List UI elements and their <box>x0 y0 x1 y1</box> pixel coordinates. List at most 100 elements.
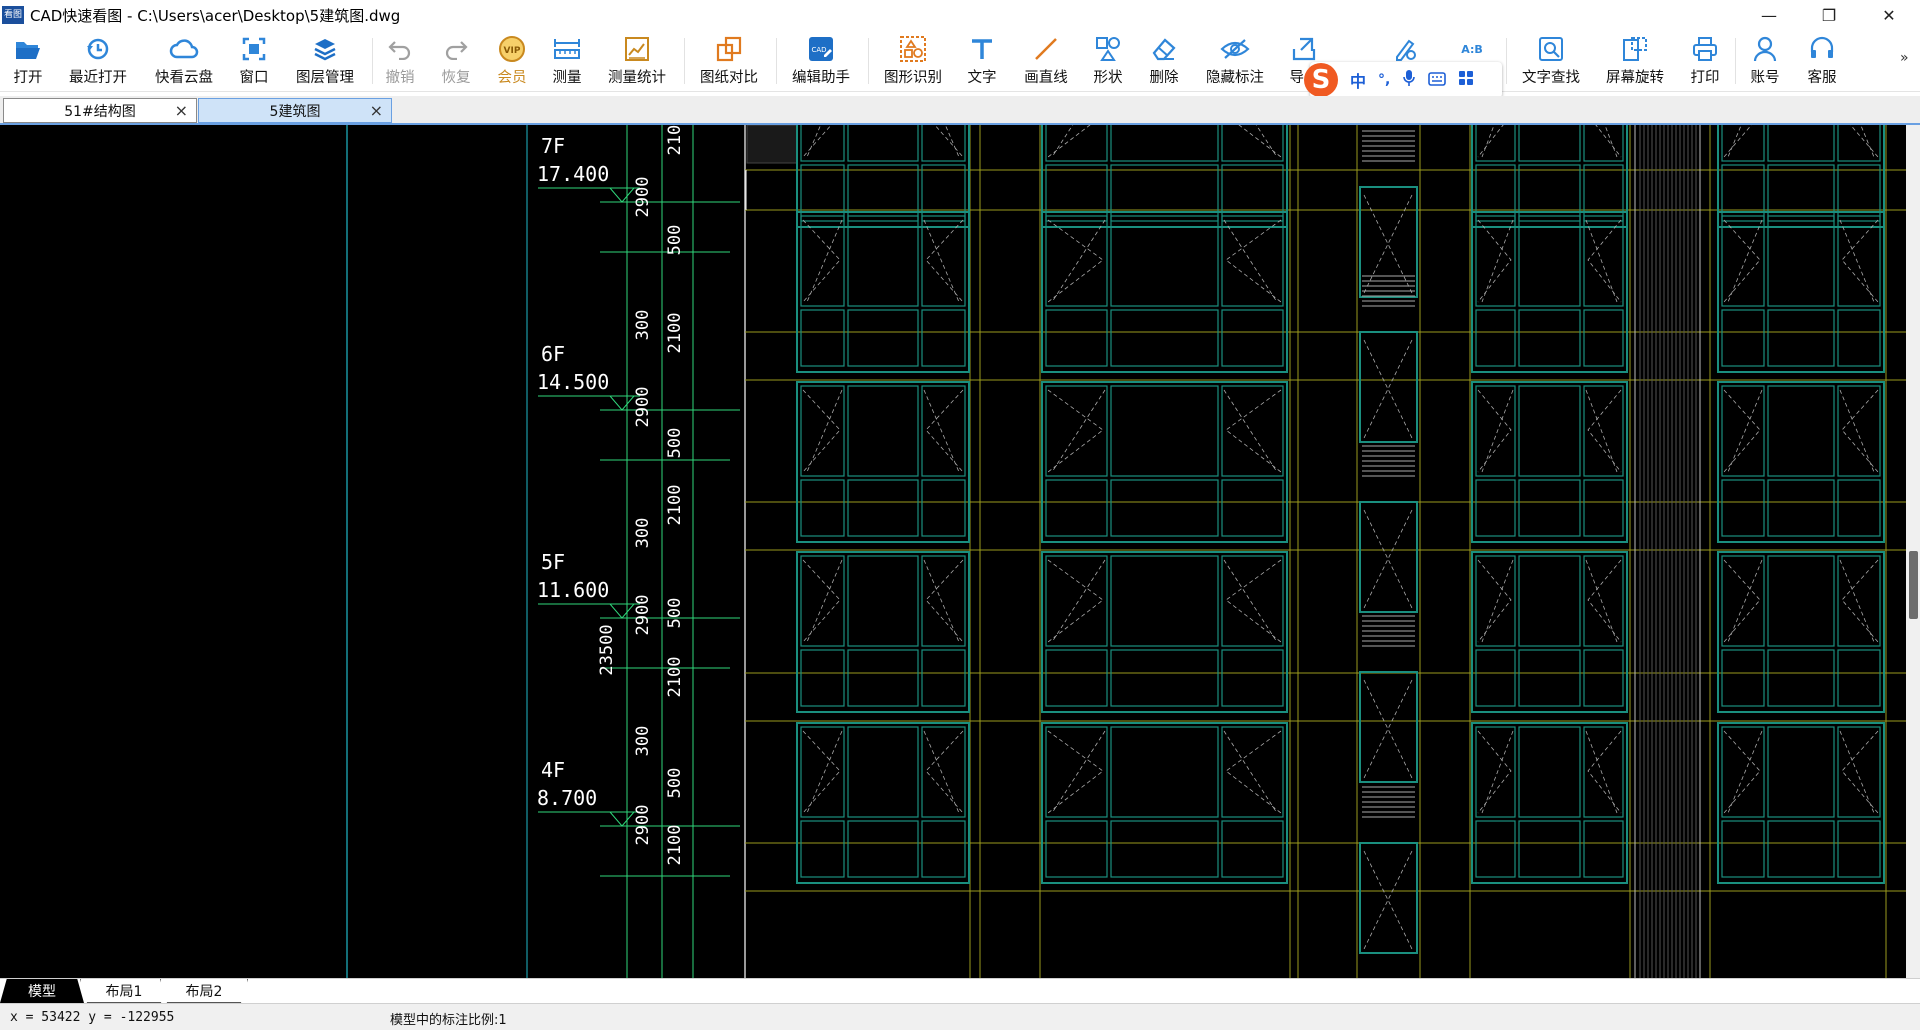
vertical-scrollbar[interactable] <box>1906 125 1920 978</box>
window-unit <box>1717 722 1885 884</box>
svg-text:CAD: CAD <box>811 46 826 54</box>
settings-pen-icon <box>1390 34 1420 64</box>
measure-stats-button[interactable]: 测量统计 <box>606 34 668 90</box>
text-search-button[interactable]: 文字查找 <box>1520 34 1582 90</box>
redo-icon <box>441 34 471 64</box>
layout-tab-1[interactable]: 布局1 <box>80 979 168 1003</box>
rotate-screen-icon <box>1620 34 1650 64</box>
ime-toolbar: S 中 °, <box>1304 62 1502 98</box>
recent-open-button[interactable]: 最近打开 <box>66 34 130 90</box>
layout-tab-model[interactable]: 模型 <box>0 979 84 1003</box>
vip-badge-icon: VIP <box>497 34 527 64</box>
delete-button[interactable]: 删除 <box>1148 34 1180 90</box>
recent-clock-icon <box>83 34 113 64</box>
undo-icon <box>385 34 415 64</box>
window-unit <box>1717 551 1885 713</box>
cloud-drive-button[interactable]: 快看云盘 <box>152 34 216 90</box>
window-unit <box>1717 211 1885 373</box>
account-button[interactable]: 账号 <box>1749 34 1781 90</box>
microphone-icon[interactable] <box>1402 69 1416 91</box>
compare-icon <box>714 34 744 64</box>
floor-name-label: 6F <box>541 342 565 366</box>
window-unit <box>1471 551 1628 713</box>
ime-grid-menu-icon[interactable] <box>1458 70 1474 90</box>
dimension-text: 2900 <box>633 177 653 218</box>
close-tab-icon[interactable]: × <box>175 101 188 120</box>
window-unit <box>1717 381 1885 543</box>
edit-assistant-button[interactable]: CAD 编辑助手 <box>790 34 852 90</box>
measure-stats-icon <box>622 34 652 64</box>
window-focus-icon <box>239 34 269 64</box>
doc-tab-structure[interactable]: 51#结构图 × <box>3 98 197 123</box>
shapes-button[interactable]: 形状 <box>1092 34 1124 90</box>
scrollbar-thumb[interactable] <box>1909 551 1918 619</box>
dimension-text: 2900 <box>633 805 653 846</box>
doc-tab-label: 51#结构图 <box>64 103 136 120</box>
customer-service-button[interactable]: 客服 <box>1806 34 1838 90</box>
narrow-window-unit <box>1359 331 1418 443</box>
close-tab-icon[interactable]: × <box>370 101 383 120</box>
window-unit <box>1041 211 1288 373</box>
window-unit <box>1041 722 1288 884</box>
ime-mode-toggle[interactable]: 中 <box>1350 68 1366 92</box>
hide-dimension-button[interactable]: 隐藏标注 <box>1204 34 1266 90</box>
toolbar-divider <box>1506 38 1507 84</box>
total-dimension-text: 23500 <box>597 624 617 675</box>
print-button[interactable]: 打印 <box>1689 34 1721 90</box>
window-unit <box>1471 211 1628 373</box>
compare-drawings-button[interactable]: 图纸对比 <box>698 34 760 90</box>
dimension-text: 500 <box>665 428 685 459</box>
vip-button[interactable]: VIP 会员 <box>496 34 528 90</box>
toolbar-divider <box>372 38 373 84</box>
rotate-screen-button[interactable]: 屏幕旋转 <box>1604 34 1666 90</box>
ime-punct-toggle[interactable]: °, <box>1378 72 1390 88</box>
floor-name-label: 4F <box>541 758 565 782</box>
eraser-icon <box>1149 34 1179 64</box>
redo-button[interactable]: 恢复 <box>440 34 472 90</box>
shape-recognize-button[interactable]: 图形识别 <box>882 34 944 90</box>
floor-elevation-label: 8.700 <box>537 786 597 810</box>
window-unit <box>1041 551 1288 713</box>
floor-name-label: 5F <box>541 550 565 574</box>
measure-button[interactable]: 测量 <box>551 34 583 90</box>
layout-tab-2[interactable]: 布局2 <box>160 979 248 1003</box>
cloud-icon <box>169 34 199 64</box>
annotation-scale: 模型中的标注比例:1 <box>390 1013 507 1028</box>
dimension-text: 300 <box>633 726 653 757</box>
dimension-text: 500 <box>665 598 685 629</box>
close-window-button[interactable]: ✕ <box>1866 0 1912 30</box>
doc-tab-architecture[interactable]: 5建筑图 × <box>198 98 392 123</box>
ime-logo-icon[interactable]: S <box>1304 63 1338 97</box>
minimize-button[interactable]: — <box>1746 0 1792 30</box>
window-unit <box>796 381 970 543</box>
restore-button[interactable]: ❐ <box>1806 0 1852 30</box>
app-logo-icon: 看图 <box>2 6 24 24</box>
undo-button[interactable]: 撤销 <box>384 34 416 90</box>
layer-manager-button[interactable]: 图层管理 <box>294 34 356 90</box>
toolbar-divider <box>776 38 777 84</box>
line-icon <box>1031 34 1061 64</box>
dimension-text: 2100 <box>665 313 685 354</box>
keyboard-icon[interactable] <box>1428 71 1447 90</box>
open-button[interactable]: 打开 <box>10 34 46 90</box>
toolbar-overflow-button[interactable]: » <box>1900 50 1909 66</box>
headset-icon <box>1807 34 1837 64</box>
draw-line-button[interactable]: 画直线 <box>1022 34 1070 90</box>
svg-text:VIP: VIP <box>504 46 521 56</box>
shape-recognize-icon <box>898 34 928 64</box>
title-bar: 看图 CAD快速看图 - C:\Users\acer\Desktop\5建筑图.… <box>0 0 1920 30</box>
drawing-canvas[interactable]: 7F 17.400 6F 14.500 5F 11.600 4F 8.700 2900 300 2… <box>0 125 1906 978</box>
dimension-text: 2900 <box>633 387 653 428</box>
window-button[interactable]: 窗口 <box>238 34 270 90</box>
cursor-coordinates: x = 53422 y = -122955 <box>10 1010 175 1025</box>
text-button[interactable]: 文字 <box>966 34 998 90</box>
dimension-text: 2100 <box>665 825 685 866</box>
window-unit <box>796 211 970 373</box>
window-unit <box>1471 381 1628 543</box>
text-compare-icon: A:B <box>1461 42 1483 56</box>
window-unit <box>796 722 970 884</box>
main-toolbar: 打开 最近打开 快看云盘 窗口 图层管理 撤销 恢复 VIP 会员 测量 测量统… <box>0 30 1920 92</box>
dimension-text: 2900 <box>633 595 653 636</box>
floor-elevation-label: 17.400 <box>537 162 609 186</box>
window-unit <box>1471 722 1628 884</box>
